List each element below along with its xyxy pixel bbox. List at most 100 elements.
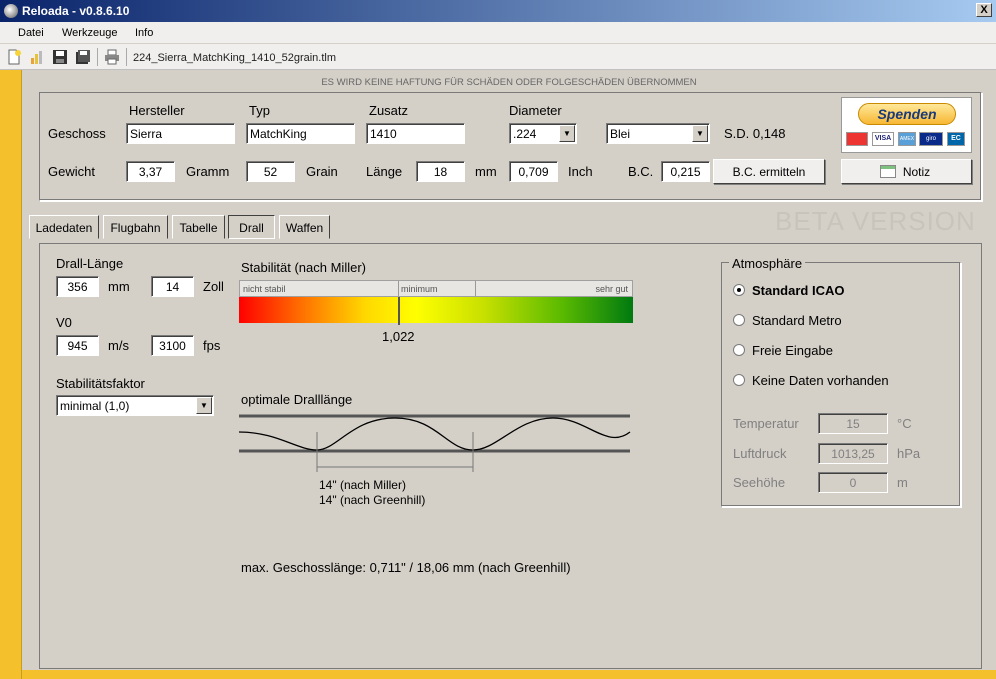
amex-icon: AMEX	[898, 132, 916, 146]
typ-input[interactable]: MatchKing	[246, 123, 355, 144]
radio-freie-eingabe[interactable]	[733, 344, 745, 356]
zoll-label: Zoll	[203, 279, 224, 294]
toolbar-divider	[97, 48, 98, 66]
sd-label: S.D. 0,148	[724, 126, 786, 141]
bc-ermitteln-button[interactable]: B.C. ermitteln	[713, 159, 825, 184]
stabfaktor-label: Stabilitätsfaktor	[56, 376, 145, 391]
grain-input[interactable]: 52	[246, 161, 295, 182]
drall-mm-input[interactable]: 356	[56, 276, 99, 297]
bc-label: B.C.	[628, 164, 654, 179]
tab-waffen[interactable]: Waffen	[279, 215, 330, 239]
twist-diagram	[238, 414, 631, 472]
grain-label: Grain	[306, 164, 338, 179]
material-value: Blei	[610, 127, 631, 141]
ms-label: m/s	[108, 338, 129, 353]
geschoss-label: Geschoss	[48, 126, 106, 141]
radio-keine-daten[interactable]	[733, 374, 745, 386]
laenge-inch-input[interactable]: 0,709	[509, 161, 558, 182]
twist-wave	[238, 417, 631, 451]
laenge-label: Länge	[366, 164, 403, 179]
option-keine-daten[interactable]: Keine Daten vorhanden	[752, 373, 889, 388]
visa-icon: VISA	[872, 132, 894, 146]
laenge-mm-input[interactable]: 18	[416, 161, 465, 182]
left-stripe	[0, 70, 22, 679]
window-title: Reloada - v0.8.6.10	[22, 4, 130, 18]
radio-standard-icao[interactable]	[733, 284, 745, 296]
option-standard-icao[interactable]: Standard ICAO	[752, 283, 844, 298]
toolbar: 224_Sierra_MatchKing_1410_52grain.tlm	[0, 44, 996, 70]
gewicht-input[interactable]: 3,37	[126, 161, 175, 182]
stab-scale: nicht stabil minimum sehr gut	[239, 280, 633, 297]
druck-input[interactable]: 1013,25	[818, 443, 888, 464]
print-icon[interactable]	[104, 49, 120, 65]
tab-flugbahn[interactable]: Flugbahn	[103, 215, 168, 239]
stab-gradient-bar	[239, 297, 633, 323]
scale-divider	[475, 281, 476, 296]
temp-label: Temperatur	[733, 416, 799, 431]
menu-datei[interactable]: Datei	[18, 27, 44, 39]
menu-info[interactable]: Info	[135, 27, 153, 39]
notiz-button[interactable]: Notiz	[841, 159, 972, 184]
zusatz-input[interactable]: 1410	[366, 123, 465, 144]
bc-input[interactable]: 0,215	[661, 161, 710, 182]
diameter-select[interactable]: .224 ▼	[509, 123, 577, 144]
temp-input[interactable]: 15	[818, 413, 888, 434]
save-icon[interactable]	[52, 49, 68, 65]
bottom-stripe	[22, 670, 996, 679]
radio-standard-metro[interactable]	[733, 314, 745, 326]
tab-tabelle[interactable]: Tabelle	[172, 215, 225, 239]
tab-drall[interactable]: Drall	[228, 215, 275, 239]
close-button[interactable]: X	[976, 3, 992, 17]
tab-ladedaten[interactable]: Ladedaten	[29, 215, 99, 239]
chevron-down-icon[interactable]: ▼	[196, 397, 212, 414]
stab-value: 1,022	[382, 329, 415, 344]
chevron-down-icon[interactable]: ▼	[692, 125, 708, 142]
note-icon	[880, 165, 896, 178]
mm-label: mm	[475, 164, 497, 179]
new-file-icon[interactable]	[6, 49, 22, 65]
typ-label: Typ	[249, 103, 270, 118]
gramm-label: Gramm	[186, 164, 230, 179]
inch-label: Inch	[568, 164, 593, 179]
chart-icon[interactable]	[29, 49, 45, 65]
spenden-box[interactable]: Spenden VISA AMEX giro EC	[841, 97, 972, 153]
scale-label-minimum: minimum	[401, 284, 438, 294]
ec-icon: EC	[947, 132, 965, 146]
temp-unit: °C	[897, 416, 912, 431]
hersteller-label: Hersteller	[129, 103, 185, 118]
fps-label: fps	[203, 338, 221, 353]
stabfaktor-select[interactable]: minimal (1,0) ▼	[56, 395, 214, 416]
max-laenge: max. Geschosslänge: 0,711" / 18,06 mm (n…	[241, 560, 571, 575]
diameter-value: .224	[513, 127, 537, 141]
hoehe-input[interactable]: 0	[818, 472, 888, 493]
scale-label-sehr-gut: sehr gut	[595, 284, 628, 294]
druck-label: Luftdruck	[733, 446, 787, 461]
menu-werkzeuge[interactable]: Werkzeuge	[62, 27, 117, 39]
option-freie-eingabe[interactable]: Freie Eingabe	[752, 343, 833, 358]
druck-unit: hPa	[897, 446, 921, 461]
menu-bar: Datei Werkzeuge Info	[0, 22, 996, 44]
spenden-button[interactable]: Spenden	[858, 103, 956, 125]
material-select[interactable]: Blei ▼	[606, 123, 710, 144]
file-name: 224_Sierra_MatchKing_1410_52grain.tlm	[133, 52, 337, 64]
giropay-icon: giro	[919, 132, 943, 146]
option-standard-metro[interactable]: Standard Metro	[752, 313, 842, 328]
greenhill-result: 14" (nach Greenhill)	[319, 493, 426, 507]
zusatz-label: Zusatz	[369, 103, 409, 118]
v0-label: V0	[56, 315, 72, 330]
drall-laenge-label: Drall-Länge	[56, 256, 124, 271]
miller-result: 14" (nach Miller)	[319, 478, 406, 492]
drall-zoll-input[interactable]: 14	[151, 276, 194, 297]
hersteller-input[interactable]: Sierra	[126, 123, 235, 144]
save-as-icon[interactable]	[75, 49, 91, 65]
mastercard-icon	[846, 132, 868, 146]
disclaimer: ES WIRD KEINE HAFTUNG FÜR SCHÄDEN ODER F…	[321, 77, 697, 88]
hoehe-label: Seehöhe	[733, 475, 786, 490]
v0-ms-input[interactable]: 945	[56, 335, 99, 356]
scale-label-nicht-stabil: nicht stabil	[243, 284, 286, 294]
v0-fps-input[interactable]: 3100	[151, 335, 194, 356]
stabfaktor-value: minimal (1,0)	[60, 399, 130, 413]
stab-title: Stabilität (nach Miller)	[241, 260, 366, 275]
chevron-down-icon[interactable]: ▼	[559, 125, 575, 142]
atmo-title: Atmosphäre	[729, 256, 806, 271]
